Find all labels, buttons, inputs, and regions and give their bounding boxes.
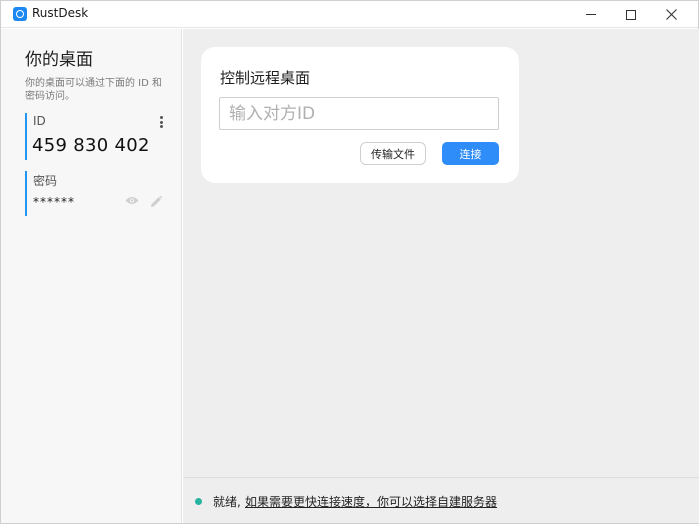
sidebar-title: 你的桌面: [25, 50, 93, 70]
sidebar-description: 你的桌面可以通过下面的 ID 和密码访问。: [25, 78, 163, 102]
remote-id-input[interactable]: [219, 97, 499, 130]
password-value: ******: [33, 195, 75, 209]
id-value[interactable]: 459 830 402: [32, 135, 150, 156]
eye-icon[interactable]: [125, 196, 139, 205]
remote-control-card: 控制远程桌面 传输文件 连接: [201, 47, 519, 183]
maximize-button[interactable]: [611, 1, 651, 28]
more-vertical-icon[interactable]: [158, 115, 164, 129]
card-title: 控制远程桌面: [220, 69, 311, 87]
rustdesk-logo-icon: [13, 7, 27, 21]
maximize-icon: [626, 9, 636, 20]
status-text: 就绪,: [213, 495, 241, 509]
app-window: RustDesk 你的桌面 你的桌面可以通过下面的 ID 和密码访问。 ID 4…: [0, 0, 699, 524]
pencil-icon[interactable]: [149, 195, 163, 209]
self-host-server-link[interactable]: 如果需要更快连接速度，你可以选择自建服务器: [245, 493, 497, 510]
window-title: RustDesk: [32, 6, 89, 20]
minimize-icon: [586, 14, 596, 15]
sidebar: 你的桌面 你的桌面可以通过下面的 ID 和密码访问。 ID 459 830 40…: [1, 29, 182, 523]
connect-button[interactable]: 连接: [442, 142, 499, 165]
transfer-file-button[interactable]: 传输文件: [360, 142, 426, 165]
status-bar: 就绪, 如果需要更快连接速度，你可以选择自建服务器: [183, 477, 699, 523]
id-section: ID 459 830 402: [25, 113, 169, 160]
title-bar[interactable]: RustDesk: [1, 1, 698, 28]
id-label: ID: [33, 114, 46, 128]
close-button[interactable]: [651, 1, 691, 28]
status-indicator: [195, 498, 202, 505]
password-section: 密码 ******: [25, 171, 169, 216]
close-icon: [665, 9, 677, 20]
main-area: 控制远程桌面 传输文件 连接: [183, 29, 699, 477]
minimize-button[interactable]: [571, 1, 611, 28]
password-label: 密码: [33, 174, 58, 188]
